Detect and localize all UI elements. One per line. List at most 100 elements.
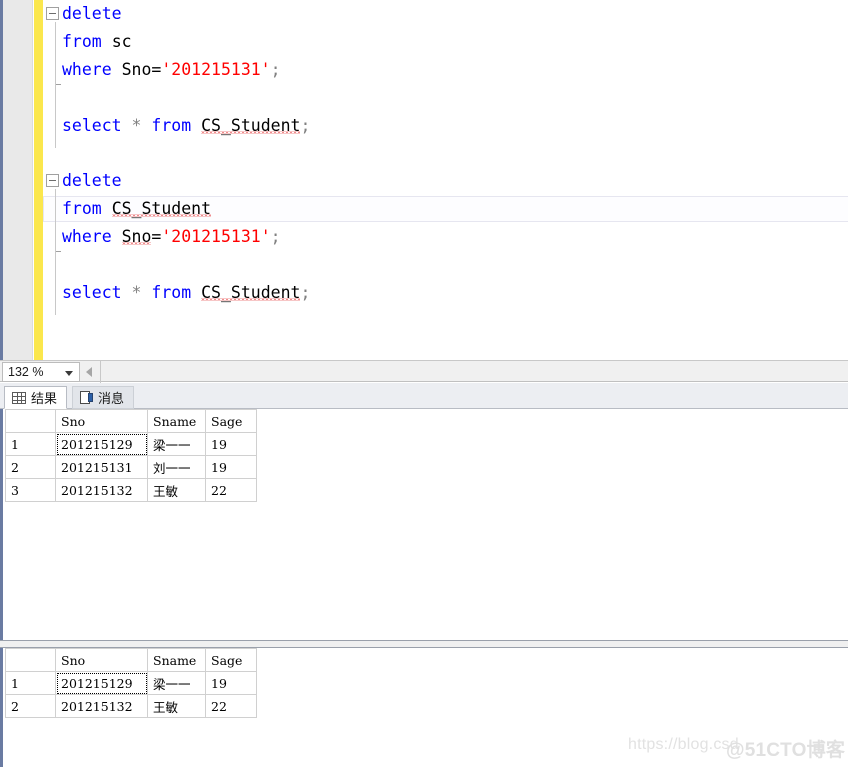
code-line[interactable]: from CS_Student xyxy=(43,195,848,223)
tab-results-label: 结果 xyxy=(31,391,58,406)
editor-zoom-strip: 132 % xyxy=(0,360,848,383)
message-icon xyxy=(80,391,93,404)
editor-indicator-margin[interactable] xyxy=(3,0,33,360)
code-token: Sno xyxy=(121,227,152,246)
code-token: '201215131' xyxy=(161,227,271,246)
code-token: CS_Student xyxy=(201,116,301,135)
zoom-level-value: 132 % xyxy=(8,365,44,379)
table-row[interactable]: 3 201215132 王敏 22 xyxy=(5,478,257,502)
column-header-sage[interactable]: Sage xyxy=(205,409,257,433)
zoom-level-combobox[interactable]: 132 % xyxy=(2,362,80,382)
code-line-text: where Sno='201215131'; xyxy=(62,223,281,251)
column-header-rownum[interactable] xyxy=(5,409,56,433)
results-grid-2[interactable]: Sno Sname Sage 1 201215129 梁一一 19 2 201215132 王敏 2… xyxy=(5,648,257,718)
tab-messages-label: 消息 xyxy=(98,391,125,406)
code-token: * xyxy=(131,116,142,135)
table-row[interactable]: 1 201215129 梁一一 19 xyxy=(5,671,257,695)
tab-results[interactable]: 结果 xyxy=(4,386,68,409)
code-line-text: delete xyxy=(62,0,122,28)
code-token: select xyxy=(62,116,122,135)
column-header-sname[interactable]: Sname xyxy=(147,409,206,433)
row-number-cell[interactable]: 1 xyxy=(5,671,56,695)
table-row[interactable]: 2 201215131 刘一一 19 xyxy=(5,455,257,479)
table-cell-sname[interactable]: 王敏 xyxy=(147,694,206,718)
table-cell-sname[interactable]: 王敏 xyxy=(147,478,206,502)
results-grid-2-pane[interactable]: Sno Sname Sage 1 201215129 梁一一 19 2 201215132 王敏 2… xyxy=(0,648,848,767)
code-token: '201215131' xyxy=(161,60,271,79)
code-token: delete xyxy=(62,4,122,23)
code-token: where xyxy=(62,60,112,79)
code-line-text: from sc xyxy=(62,28,132,56)
code-line[interactable]: where Sno='201215131'; xyxy=(43,56,848,84)
code-line[interactable]: select * from CS_Student; xyxy=(43,279,848,307)
table-cell-sname[interactable]: 刘一一 xyxy=(147,455,206,479)
editor-code-area[interactable]: delete from sc where Sno='201215131'; selec… xyxy=(43,0,848,360)
code-token: ; xyxy=(300,283,311,302)
table-cell-sname[interactable]: 梁一一 xyxy=(147,432,206,456)
results-grid-1-pane[interactable]: Sno Sname Sage 1 201215129 梁一一 19 2 201215131 刘一一… xyxy=(0,409,848,640)
row-number-cell[interactable]: 3 xyxy=(5,478,56,502)
code-line[interactable]: delete xyxy=(43,0,848,28)
table-row[interactable]: 1 201215129 梁一一 19 xyxy=(5,432,257,456)
row-number-cell[interactable]: 1 xyxy=(5,432,56,456)
table-cell-sno[interactable]: 201215129 xyxy=(55,671,148,695)
code-line[interactable]: delete xyxy=(43,167,848,195)
tab-messages[interactable]: 消息 xyxy=(72,386,135,409)
code-line[interactable] xyxy=(43,84,848,112)
code-line[interactable] xyxy=(43,251,848,279)
results-grid-1[interactable]: Sno Sname Sage 1 201215129 梁一一 19 2 201215131 刘一一… xyxy=(5,409,257,502)
code-line-text: where Sno='201215131'; xyxy=(62,56,281,84)
table-cell-sage[interactable]: 22 xyxy=(205,694,257,718)
column-header-sno[interactable]: Sno xyxy=(55,409,148,433)
code-token: select xyxy=(62,283,122,302)
code-token: Sno= xyxy=(111,60,162,79)
code-token: from xyxy=(62,32,102,51)
code-line-text: select * from CS_Student; xyxy=(62,112,310,140)
code-line[interactable]: select * from CS_Student; xyxy=(43,112,848,140)
table-cell-sage[interactable]: 19 xyxy=(205,671,257,695)
table-row[interactable]: 2 201215132 王敏 22 xyxy=(5,694,257,718)
code-token: where xyxy=(62,227,112,246)
column-header-sno[interactable]: Sno xyxy=(55,648,148,672)
grid-icon xyxy=(12,391,26,404)
row-number-cell[interactable]: 2 xyxy=(5,694,56,718)
code-line-text: select * from CS_Student; xyxy=(62,279,310,307)
code-token: from xyxy=(151,283,192,302)
results-tab-bar: 结果 消息 xyxy=(0,383,848,409)
code-token: from xyxy=(151,116,192,135)
column-header-sage[interactable]: Sage xyxy=(205,648,257,672)
code-token: sc xyxy=(111,32,132,51)
row-number-cell[interactable]: 2 xyxy=(5,455,56,479)
table-cell-sage[interactable]: 19 xyxy=(205,432,257,456)
code-token: ; xyxy=(270,227,281,246)
table-cell-sname[interactable]: 梁一一 xyxy=(147,671,206,695)
code-token: from xyxy=(62,199,102,218)
column-header-rownum[interactable] xyxy=(5,648,56,672)
code-token: CS_Student xyxy=(111,199,212,218)
results-splitter[interactable] xyxy=(0,640,848,648)
table-cell-sage[interactable]: 22 xyxy=(205,478,257,502)
ssms-query-window: delete from sc where Sno='201215131'; selec… xyxy=(0,0,848,767)
code-line-text: from CS_Student xyxy=(62,195,211,223)
sql-editor-pane[interactable]: delete from sc where Sno='201215131'; selec… xyxy=(0,0,848,360)
chevron-down-icon[interactable] xyxy=(65,371,73,376)
table-cell-sno[interactable]: 201215129 xyxy=(55,432,148,456)
scroll-left-icon[interactable] xyxy=(86,367,92,377)
column-header-sname[interactable]: Sname xyxy=(147,648,206,672)
code-line[interactable]: where Sno='201215131'; xyxy=(43,223,848,251)
code-token: CS_Student xyxy=(201,283,301,302)
code-token: ; xyxy=(300,116,311,135)
code-line[interactable]: from sc xyxy=(43,28,848,56)
table-cell-sno[interactable]: 201215131 xyxy=(55,455,148,479)
table-header-row: Sno Sname Sage xyxy=(5,648,257,672)
table-cell-sno[interactable]: 201215132 xyxy=(55,694,148,718)
code-token: = xyxy=(151,227,162,246)
table-cell-sage[interactable]: 19 xyxy=(205,455,257,479)
table-cell-sno[interactable]: 201215132 xyxy=(55,478,148,502)
